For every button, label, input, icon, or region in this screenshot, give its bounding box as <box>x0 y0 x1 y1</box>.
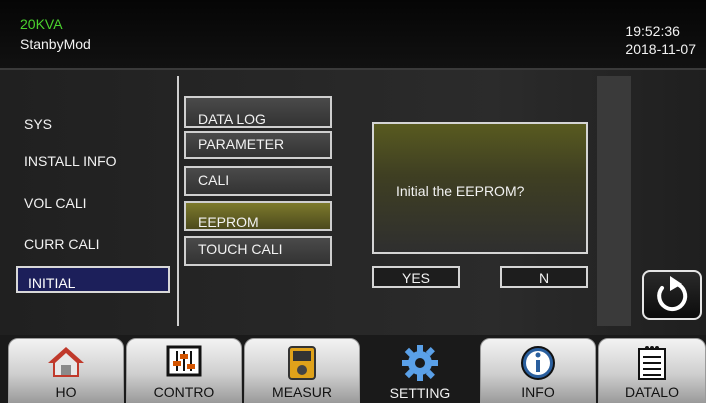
clock: 19:52:36 2018-11-07 <box>625 22 696 58</box>
tab-home-label: HO <box>55 384 77 400</box>
tab-setting[interactable]: SETTING <box>362 338 478 403</box>
log-list-icon <box>638 346 666 380</box>
back-button[interactable] <box>642 270 702 320</box>
sub-menu-data-log[interactable]: DATA LOG <box>184 96 332 128</box>
left-menu-install-info[interactable]: INSTALL INFO <box>24 153 117 169</box>
tab-control-label: CONTRO <box>153 384 215 400</box>
no-button[interactable]: N <box>500 266 588 288</box>
tab-measure[interactable]: MEASUR <box>244 338 360 403</box>
sub-menu-eeprom[interactable]: EEPROM <box>184 201 332 231</box>
tab-info-label: INFO <box>521 384 555 400</box>
sub-menu-cali[interactable]: CALI <box>184 166 332 196</box>
left-menu-initial[interactable]: INITIAL <box>16 266 170 293</box>
sub-menu-touch-cali[interactable]: TOUCH CALI <box>184 236 332 266</box>
left-menu-curr-cali[interactable]: CURR CALI <box>24 236 99 252</box>
return-icon <box>657 276 688 312</box>
left-menu-vol-cali[interactable]: VOL CALI <box>24 195 87 211</box>
mode-label: StanbyMod <box>20 36 91 52</box>
date-label: 2018-11-07 <box>625 41 696 57</box>
tab-home[interactable]: HO <box>8 338 124 403</box>
side-shade <box>597 76 631 326</box>
status-header <box>0 0 706 70</box>
time-label: 19:52:36 <box>625 23 680 39</box>
info-icon <box>521 346 555 380</box>
gear-icon <box>402 345 438 381</box>
home-icon <box>48 347 84 377</box>
dialog-message: Initial the EEPROM? <box>396 183 525 199</box>
tab-datalog[interactable]: DATALO <box>598 338 706 403</box>
tab-info[interactable]: INFO <box>480 338 596 403</box>
yes-button[interactable]: YES <box>372 266 460 288</box>
menu-divider <box>177 76 179 326</box>
left-menu-sys[interactable]: SYS <box>24 116 52 132</box>
tab-setting-label: SETTING <box>389 385 451 401</box>
control-panel-icon <box>166 345 202 377</box>
tab-measure-label: MEASUR <box>272 384 332 400</box>
tab-datalog-label: DATALO <box>625 384 679 400</box>
sub-menu-parameter[interactable]: PARAMETER <box>184 131 332 159</box>
model-label: 20KVA <box>20 16 63 32</box>
tab-control[interactable]: CONTRO <box>126 338 242 403</box>
meter-icon <box>288 346 316 380</box>
